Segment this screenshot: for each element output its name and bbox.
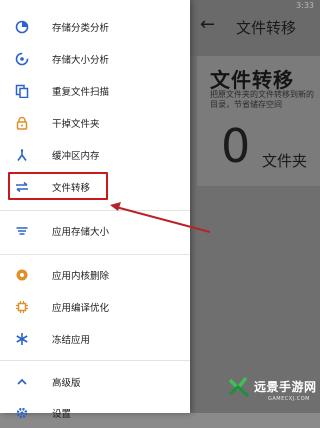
drawer-item-freeze-app[interactable]: 冻结应用 (0, 324, 190, 354)
drawer-item-label: 缓冲区内存 (52, 151, 100, 162)
storage-lines-icon (14, 223, 30, 239)
drawer-item-label: 重复文件扫描 (52, 87, 110, 98)
drawer-item-label: 设置 (52, 409, 72, 420)
site-watermark: 远景手游网 GAMECXJ.COM (228, 372, 320, 413)
drawer-item-label: 应用编译优化 (52, 303, 110, 314)
drawer-item-category-analysis[interactable]: 存储分类分析 (0, 12, 190, 42)
drawer-item-settings[interactable]: 设置 (0, 398, 190, 428)
status-time: 3:33 (296, 1, 314, 10)
cache-icon (14, 147, 30, 163)
drawer-item-label: 存储大小分析 (52, 55, 110, 66)
card-title: 文件转移 (210, 68, 294, 92)
drawer-item-label: 应用内核删除 (52, 271, 110, 282)
card-description: 把原文件夹的文件转移到新的目录，节省储存空间 (210, 90, 314, 109)
drawer-item-label: 应用存储大小 (52, 227, 110, 238)
drawer-divider (0, 254, 190, 255)
drawer-item-cache-memory[interactable]: 缓冲区内存 (0, 140, 190, 170)
page-title: 文件转移 (236, 19, 297, 37)
navigation-drawer: 存储分类分析 存储大小分析 重复文件扫描 干掉文件夹 缓冲区内存 文件转移 应用… (0, 0, 190, 420)
folder-count: 0 (221, 119, 251, 173)
category-pie-icon (14, 19, 30, 35)
highlight-box (8, 172, 108, 200)
gear-icon (14, 405, 30, 421)
chevron-up-icon (14, 374, 30, 390)
drawer-item-label: 存储分类分析 (52, 23, 110, 34)
drawer-item-premium[interactable]: 高级版 (0, 367, 190, 397)
lock-icon (14, 115, 30, 131)
drawer-item-label: 冻结应用 (52, 335, 91, 346)
snowflake-icon (14, 331, 30, 347)
drawer-item-app-compile-optimize[interactable]: 应用编译优化 (0, 292, 190, 322)
watermark-text: 远景手游网 (254, 380, 317, 394)
watermark-subtext: GAMECXJ.COM (268, 396, 310, 402)
drawer-item-kill-folder[interactable]: 干掉文件夹 (0, 108, 190, 138)
app-core-icon (14, 267, 30, 283)
watermark-logo-icon (228, 376, 250, 398)
drawer-divider (0, 210, 190, 211)
folder-unit: 文件夹 (262, 152, 308, 170)
drawer-item-label: 干掉文件夹 (52, 119, 100, 130)
drawer-divider (0, 360, 190, 361)
drawer-item-label: 高级版 (52, 378, 81, 389)
drawer-item-app-storage-size[interactable]: 应用存储大小 (0, 216, 190, 246)
drawer-item-duplicate-scan[interactable]: 重复文件扫描 (0, 76, 190, 106)
size-analysis-icon (14, 51, 30, 67)
back-arrow-icon[interactable]: ← (200, 16, 215, 34)
duplicate-files-icon (14, 83, 30, 99)
drawer-item-size-analysis[interactable]: 存储大小分析 (0, 44, 190, 74)
chip-icon (14, 299, 30, 315)
drawer-item-app-core-delete[interactable]: 应用内核删除 (0, 260, 190, 290)
